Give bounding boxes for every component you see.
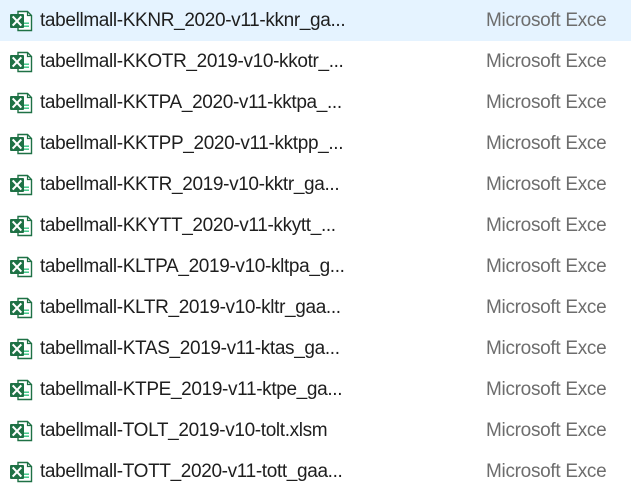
file-name: tabellmall-KKYTT_2020-v11-kkytt_... bbox=[40, 215, 336, 236]
file-row[interactable]: tabellmall-KTAS_2019-v11-ktas_ga... Micr… bbox=[0, 328, 631, 369]
excel-file-icon bbox=[10, 133, 33, 155]
file-name: tabellmall-KKNR_2020-v11-kknr_ga... bbox=[40, 10, 346, 31]
file-type: Microsoft Exce bbox=[486, 338, 607, 359]
file-type: Microsoft Exce bbox=[486, 51, 607, 72]
excel-file-icon bbox=[10, 92, 33, 114]
file-type: Microsoft Exce bbox=[486, 92, 607, 113]
file-type: Microsoft Exce bbox=[486, 10, 607, 31]
file-type: Microsoft Exce bbox=[486, 461, 607, 482]
excel-file-icon bbox=[10, 10, 33, 32]
excel-file-icon bbox=[10, 256, 33, 278]
excel-file-icon bbox=[10, 338, 33, 360]
file-row[interactable]: tabellmall-TOLT_2019-v10-tolt.xlsm Micro… bbox=[0, 410, 631, 451]
file-name: tabellmall-KKTPP_2020-v11-kktpp_... bbox=[40, 133, 344, 154]
excel-file-icon bbox=[10, 297, 33, 319]
file-name: tabellmall-KKOTR_2019-v10-kkotr_... bbox=[40, 51, 344, 72]
file-row[interactable]: tabellmall-KKNR_2020-v11-kknr_ga... Micr… bbox=[0, 0, 631, 41]
file-row[interactable]: tabellmall-KTPE_2019-v11-ktpe_ga... Micr… bbox=[0, 369, 631, 410]
file-name: tabellmall-KKTR_2019-v10-kktr_ga... bbox=[40, 174, 340, 195]
file-type: Microsoft Exce bbox=[486, 297, 607, 318]
file-row[interactable]: tabellmall-KKTPP_2020-v11-kktpp_... Micr… bbox=[0, 123, 631, 164]
file-name: tabellmall-TOTT_2020-v11-tott_gaa... bbox=[40, 461, 343, 482]
excel-file-icon bbox=[10, 461, 33, 483]
excel-file-icon bbox=[10, 420, 33, 442]
file-row[interactable]: tabellmall-KKYTT_2020-v11-kkytt_... Micr… bbox=[0, 205, 631, 246]
file-type: Microsoft Exce bbox=[486, 256, 607, 277]
file-type: Microsoft Exce bbox=[486, 379, 607, 400]
file-row[interactable]: tabellmall-KLTR_2019-v10-kltr_gaa... Mic… bbox=[0, 287, 631, 328]
file-row[interactable]: tabellmall-KLTPA_2019-v10-kltpa_g... Mic… bbox=[0, 246, 631, 287]
excel-file-icon bbox=[10, 379, 33, 401]
file-type: Microsoft Exce bbox=[486, 133, 607, 154]
excel-file-icon bbox=[10, 215, 33, 237]
file-row[interactable]: tabellmall-TOTT_2020-v11-tott_gaa... Mic… bbox=[0, 451, 631, 492]
file-name: tabellmall-TOLT_2019-v10-tolt.xlsm bbox=[40, 420, 328, 441]
file-row[interactable]: tabellmall-KKTPA_2020-v11-kktpa_... Micr… bbox=[0, 82, 631, 123]
excel-file-icon bbox=[10, 174, 33, 196]
excel-file-icon bbox=[10, 51, 33, 73]
file-name: tabellmall-KKTPA_2020-v11-kktpa_... bbox=[40, 92, 342, 113]
file-name: tabellmall-KTPE_2019-v11-ktpe_ga... bbox=[40, 379, 343, 400]
file-name: tabellmall-KLTPA_2019-v10-kltpa_g... bbox=[40, 256, 345, 277]
file-type: Microsoft Exce bbox=[486, 215, 607, 236]
file-name: tabellmall-KLTR_2019-v10-kltr_gaa... bbox=[40, 297, 341, 318]
file-row[interactable]: tabellmall-KKOTR_2019-v10-kkotr_... Micr… bbox=[0, 41, 631, 82]
file-name: tabellmall-KTAS_2019-v11-ktas_ga... bbox=[40, 338, 340, 359]
file-type: Microsoft Exce bbox=[486, 174, 607, 195]
file-list: tabellmall-KKNR_2020-v11-kknr_ga... Micr… bbox=[0, 0, 631, 501]
file-row[interactable]: tabellmall-KKTR_2019-v10-kktr_ga... Micr… bbox=[0, 164, 631, 205]
file-type: Microsoft Exce bbox=[486, 420, 607, 441]
